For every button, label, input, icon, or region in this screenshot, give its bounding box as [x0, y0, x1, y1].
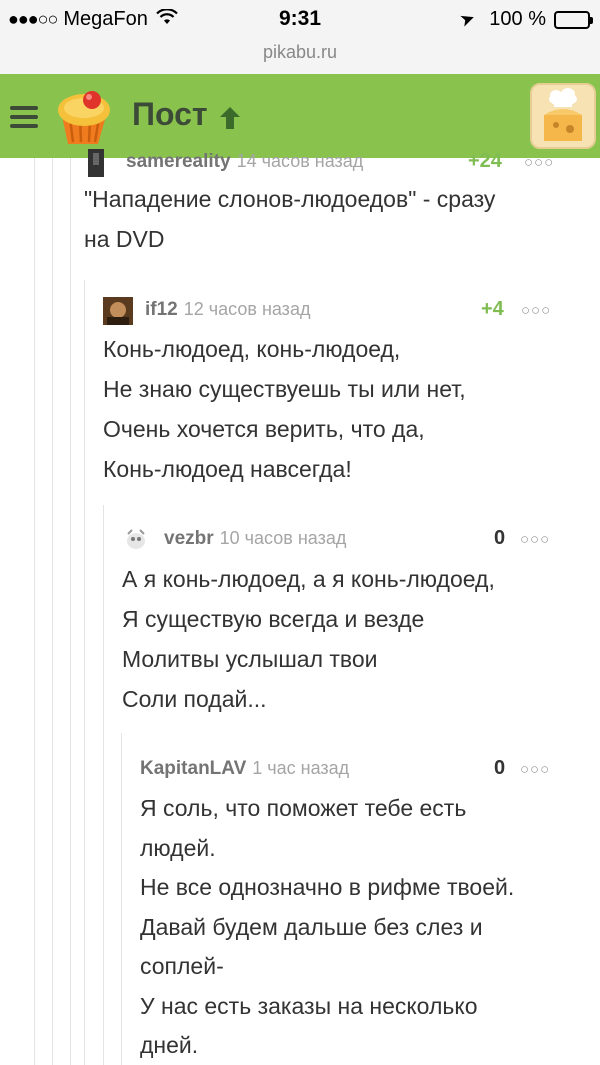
more-options-icon[interactable]: ○○○: [521, 302, 551, 319]
app-header: Пост: [0, 74, 600, 158]
comment-text-line: Очень хочется верить, что да,: [103, 416, 425, 442]
comment-rating: 0: [494, 527, 506, 549]
more-options-icon[interactable]: ○○○: [524, 154, 554, 171]
comment-text-line: У нас есть заказы на несколько: [140, 992, 478, 1019]
comment-author[interactable]: vezbr 10 часов назад: [164, 528, 346, 550]
comment-text-line: на DVD: [84, 226, 165, 252]
comment-item: samereality 14 часов назад +24 ○○○ "Напад…: [84, 148, 574, 259]
comment-text-line: Соли подай...: [122, 686, 267, 712]
comment-item: if12 12 часов назад +4 ○○○ Конь-людоед, к…: [103, 296, 563, 489]
status-bar: ●●●○○ MegaFon 9:31 ➤ 100 %: [0, 0, 600, 40]
comment-rating: +24: [468, 150, 502, 172]
comment-rating: +4: [481, 298, 504, 320]
url-text: pikabu.ru: [262, 42, 338, 62]
comment-text-line: людей.: [140, 834, 216, 861]
comment-text-line: Я соль, что поможет тебе есть: [140, 795, 467, 821]
pikabu-logo-icon[interactable]: [52, 86, 116, 148]
hamburger-menu-icon[interactable]: [10, 106, 38, 128]
comment-rating: 0: [494, 757, 506, 779]
comment-text-line: "Нападение слонов-людоедов" - сразу: [84, 186, 496, 212]
comment-time: 14 часов назад: [236, 151, 364, 171]
comment-time: 12 часов назад: [183, 299, 311, 319]
thread-line: [52, 158, 53, 1065]
comment-text-line: Конь-людоед навсегда!: [103, 456, 352, 482]
comment-time: 10 часов назад: [219, 528, 347, 548]
more-options-icon[interactable]: ○○○: [520, 761, 550, 778]
thread-line: [84, 280, 85, 1065]
scroll-up-arrow-icon[interactable]: [216, 104, 244, 132]
comment-text-line: Конь-людоед, конь-людоед,: [103, 336, 401, 362]
thread-line: [103, 505, 104, 1065]
user-avatar[interactable]: [530, 83, 596, 149]
comment-author[interactable]: KapitanLAV 1 час назад: [140, 758, 349, 780]
comment-text-line: Молитвы услышал твои: [122, 646, 378, 672]
commenter-avatar[interactable]: [122, 526, 152, 554]
location-arrow-icon: ➤: [457, 7, 479, 32]
thread-line: [121, 733, 122, 1065]
commenter-avatar[interactable]: [103, 297, 133, 325]
comment-text-line: соплей-: [140, 953, 224, 979]
comment-text-line: А я конь-людоед, а я конь-людоед,: [122, 566, 495, 592]
more-options-icon[interactable]: ○○○: [520, 531, 550, 548]
comment-author[interactable]: if12 12 часов назад: [145, 299, 310, 321]
comment-author[interactable]: samereality 14 часов назад: [126, 151, 363, 173]
battery-percent: 100 %: [489, 8, 546, 30]
comment-text-line: Я существую всегда и везде: [122, 606, 425, 632]
commenter-avatar[interactable]: [84, 149, 114, 177]
comment-text-line: Не все однозначно в рифме твоей.: [140, 874, 515, 900]
comment-item: KapitanLAV 1 час назад 0 ○○○ Я соль, что …: [140, 755, 565, 1065]
thread-line: [70, 158, 71, 1065]
address-bar[interactable]: pikabu.ru: [0, 40, 600, 74]
battery-icon: [554, 10, 593, 29]
comment-item: vezbr 10 часов назад 0 ○○○ А я конь-людое…: [122, 525, 562, 719]
thread-line: [34, 158, 35, 1065]
comment-text-line: дней.: [140, 1032, 199, 1058]
comment-text-line: Не знаю существуешь ты или нет,: [103, 376, 466, 402]
comment-text-line: Давай будем дальше без слез и: [140, 913, 483, 940]
page-title: Пост: [132, 96, 208, 132]
comment-time: 1 час назад: [252, 758, 350, 778]
